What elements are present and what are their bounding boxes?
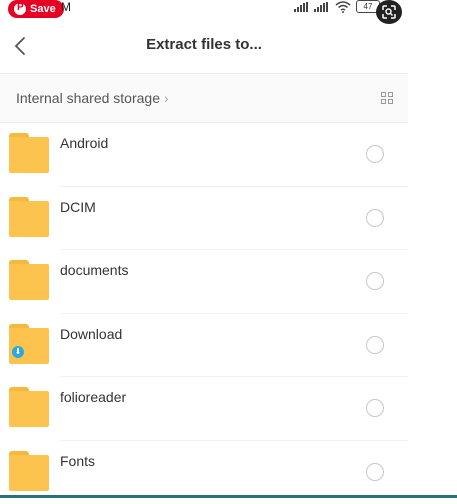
list-item[interactable]: folioreader xyxy=(0,377,408,441)
header: Extract files to... xyxy=(0,24,408,70)
folder-name: Download xyxy=(60,326,122,342)
save-label: Save xyxy=(30,3,56,15)
status-time: M xyxy=(61,0,71,14)
folder-name: Fonts xyxy=(60,453,95,469)
pinterest-save-button[interactable]: Save xyxy=(8,0,64,18)
grid-view-icon[interactable] xyxy=(381,92,393,104)
chevron-right-icon: › xyxy=(164,90,169,106)
wifi-icon xyxy=(335,1,351,13)
select-radio[interactable] xyxy=(366,399,384,417)
select-radio[interactable] xyxy=(366,145,384,163)
folder-icon xyxy=(9,197,49,237)
folder-icon xyxy=(9,260,49,300)
list-item[interactable]: Android xyxy=(0,123,408,187)
status-bar: Save M 47 xyxy=(0,0,457,20)
folder-icon xyxy=(9,451,49,491)
folder-list: Android DCIM documents ⬇ Download folior… xyxy=(0,123,408,504)
select-radio[interactable] xyxy=(366,463,384,481)
folder-name: documents xyxy=(60,262,128,278)
select-radio[interactable] xyxy=(366,209,384,227)
signal-icon xyxy=(294,2,308,12)
breadcrumb[interactable]: Internal shared storage › xyxy=(16,90,169,106)
folder-name: DCIM xyxy=(60,199,96,215)
page-title: Extract files to... xyxy=(0,36,408,53)
visual-search-icon[interactable] xyxy=(376,0,402,24)
list-item[interactable]: documents xyxy=(0,250,408,314)
folder-icon xyxy=(9,133,49,173)
list-item[interactable]: ⬇ Download xyxy=(0,314,408,378)
folder-icon xyxy=(9,387,49,427)
folder-name: Android xyxy=(60,135,108,151)
pinterest-icon xyxy=(14,3,26,15)
select-radio[interactable] xyxy=(366,336,384,354)
folder-icon: ⬇ xyxy=(9,324,49,364)
download-badge-icon: ⬇ xyxy=(12,346,24,358)
breadcrumb-label: Internal shared storage xyxy=(16,90,160,106)
list-item[interactable]: DCIM xyxy=(0,187,408,251)
folder-name: folioreader xyxy=(60,389,126,405)
select-radio[interactable] xyxy=(366,272,384,290)
breadcrumb-bar: Internal shared storage › xyxy=(0,74,408,122)
signal-icon xyxy=(314,2,328,12)
